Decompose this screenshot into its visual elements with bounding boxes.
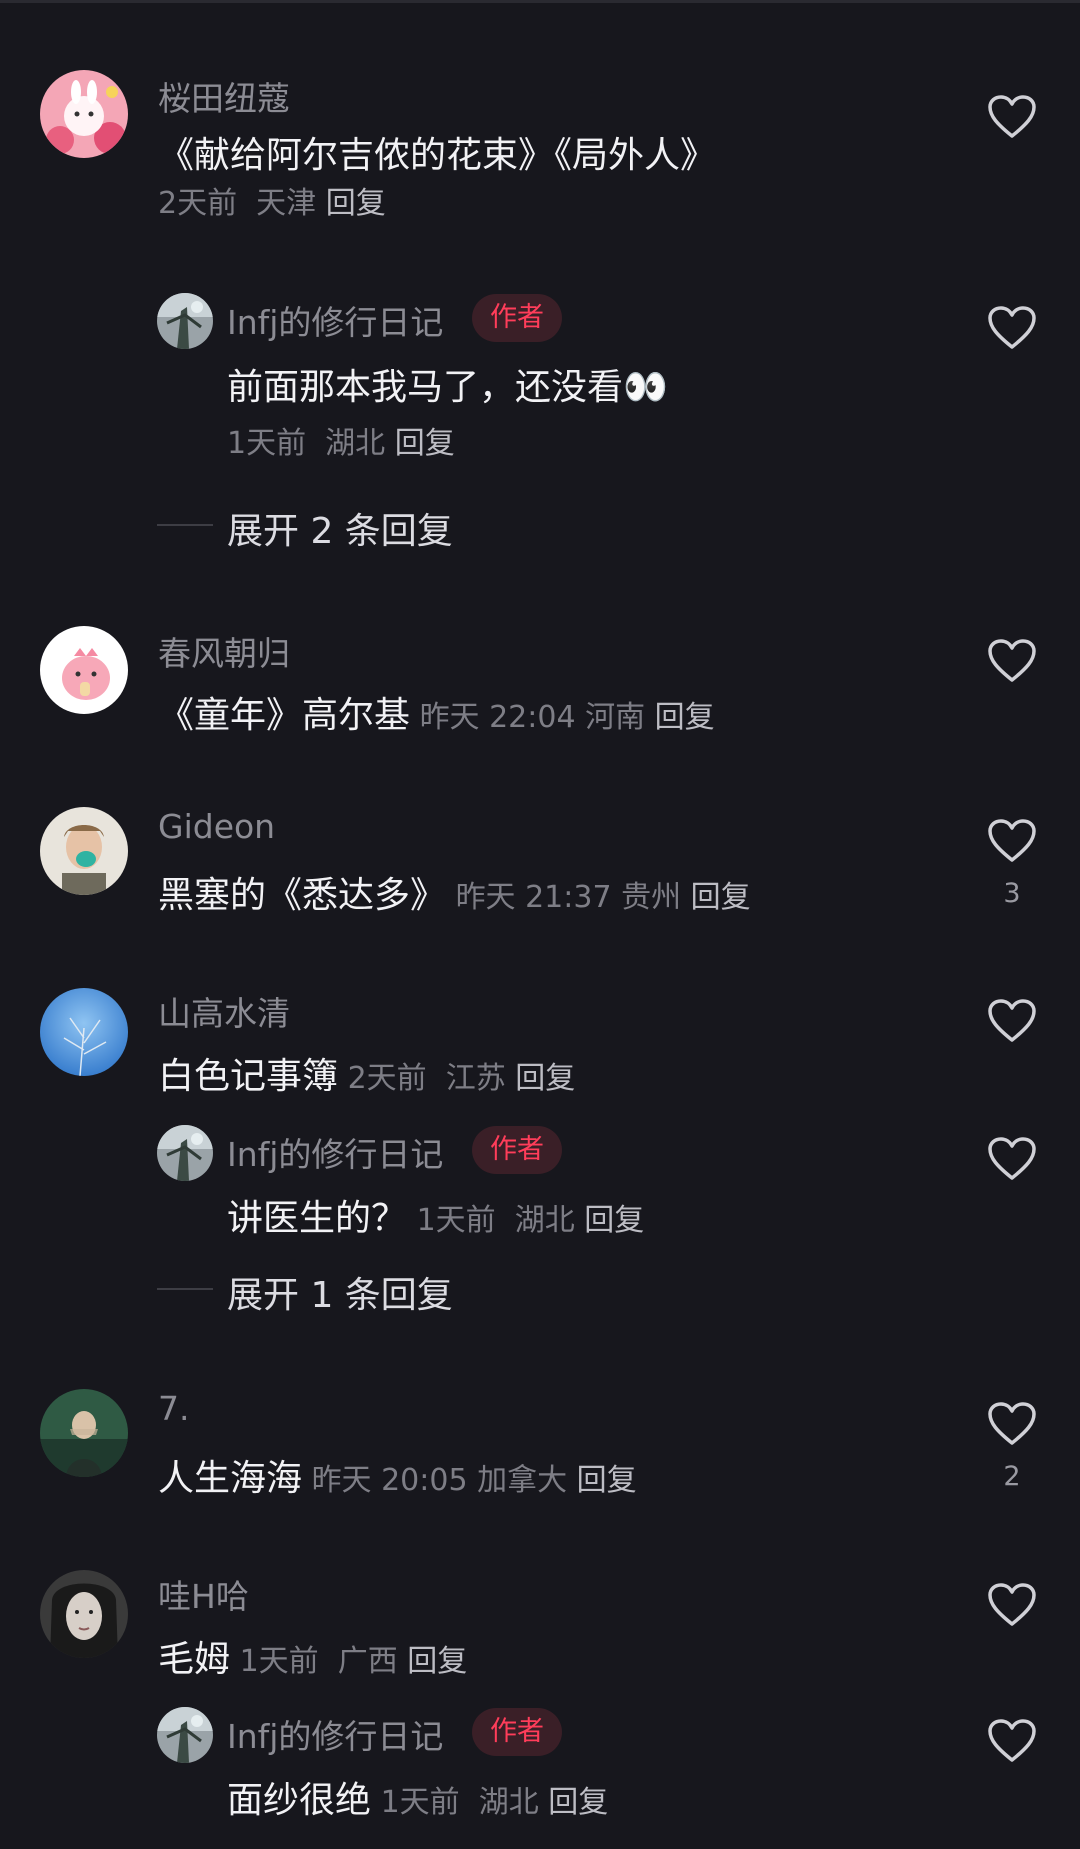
comment-time: 昨天 21:37: [455, 880, 612, 915]
reply-button[interactable]: 回复: [577, 1463, 637, 1498]
like-heart-icon[interactable]: [987, 94, 1037, 140]
comment-location: 加拿大: [477, 1463, 568, 1498]
comment-text: 黑塞的《悉达多》: [158, 875, 447, 916]
reply-button[interactable]: 回复: [584, 1203, 644, 1238]
username[interactable]: 春风朝归: [158, 627, 290, 675]
reply-button[interactable]: 回复: [548, 1785, 608, 1820]
comment-text: 白色记事簿: [158, 1056, 339, 1097]
avatar[interactable]: [40, 1389, 128, 1477]
avatar[interactable]: [157, 1707, 213, 1763]
reply-location: 湖北: [514, 1203, 575, 1238]
like-count: 2: [1003, 1461, 1021, 1492]
reply-text: 前面那本我马了，还没看👀: [227, 367, 668, 408]
username[interactable]: 7.: [158, 1389, 190, 1428]
expand-divider: [157, 1288, 213, 1290]
avatar[interactable]: [157, 1125, 213, 1181]
reply-location: 湖北: [325, 426, 386, 461]
comment-location: 天津: [256, 186, 317, 221]
reply-button[interactable]: 回复: [326, 186, 386, 221]
reply-button[interactable]: 回复: [655, 700, 715, 735]
avatar[interactable]: [157, 293, 213, 349]
avatar[interactable]: [40, 988, 128, 1076]
reply-button[interactable]: 回复: [395, 426, 455, 461]
comment-time: 1天前: [239, 1644, 319, 1679]
comment-line: 黑塞的《悉达多》 昨天 21:37 贵州 回复: [158, 866, 751, 918]
username[interactable]: 桜田纽蔻: [158, 72, 290, 120]
reply-button[interactable]: 回复: [691, 880, 751, 915]
username[interactable]: Infj的修行日记: [227, 1710, 443, 1758]
comment-time: 2天前: [158, 186, 238, 221]
like-heart-icon[interactable]: [987, 818, 1037, 864]
reply-time: 1天前: [416, 1203, 496, 1238]
reply-meta: 1天前 湖北 回复: [227, 418, 455, 462]
reply-text: 面纱很绝: [227, 1780, 372, 1821]
like-heart-icon[interactable]: [987, 1136, 1037, 1182]
comment-text: 《童年》高尔基: [158, 695, 411, 736]
reply-location: 湖北: [478, 1785, 539, 1820]
username[interactable]: 山高水清: [158, 987, 290, 1035]
comment-text: 人生海海: [158, 1458, 303, 1499]
like-heart-icon[interactable]: [987, 1401, 1037, 1447]
comment-location: 广西: [337, 1644, 398, 1679]
avatar[interactable]: [40, 807, 128, 895]
username[interactable]: 哇H哈: [158, 1570, 249, 1618]
reply-time: 1天前: [227, 426, 307, 461]
comment-meta: 2天前 天津 回复: [158, 178, 386, 222]
comment-location: 江苏: [445, 1061, 506, 1096]
comment-time: 2天前: [347, 1061, 427, 1096]
like-heart-icon[interactable]: [987, 1582, 1037, 1628]
comment-time: 昨天 22:04: [419, 700, 576, 735]
username[interactable]: Infj的修行日记: [227, 296, 443, 344]
comment-line: 《童年》高尔基 昨天 22:04 河南 回复: [158, 686, 715, 738]
expand-replies-label[interactable]: 展开 1 条回复: [227, 1266, 453, 1318]
like-heart-icon[interactable]: [987, 638, 1037, 684]
comment-line: 人生海海 昨天 20:05 加拿大 回复: [158, 1449, 637, 1501]
reply-button[interactable]: 回复: [515, 1061, 575, 1096]
like-heart-icon[interactable]: [987, 1718, 1037, 1764]
like-heart-icon[interactable]: [987, 998, 1037, 1044]
expand-divider: [157, 524, 213, 526]
username[interactable]: Gideon: [158, 807, 275, 846]
comment-text: 毛姆: [158, 1639, 231, 1680]
expand-replies-label[interactable]: 展开 2 条回复: [227, 502, 453, 554]
comment-time: 昨天 20:05: [311, 1463, 468, 1498]
comment-location: 河南: [585, 700, 646, 735]
avatar[interactable]: [40, 626, 128, 714]
like-count: 3: [1003, 878, 1021, 909]
comment-line: 白色记事簿 2天前 江苏 回复: [158, 1047, 575, 1099]
reply-line: 讲医生的？ 1天前 湖北 回复: [227, 1189, 644, 1241]
reply-time: 1天前: [380, 1785, 460, 1820]
username[interactable]: Infj的修行日记: [227, 1128, 443, 1176]
reply-button[interactable]: 回复: [407, 1644, 467, 1679]
author-badge: 作者: [472, 1708, 562, 1756]
comment-location: 贵州: [621, 880, 682, 915]
author-badge: 作者: [472, 294, 562, 342]
avatar[interactable]: [40, 1570, 128, 1658]
author-badge: 作者: [472, 1126, 562, 1174]
avatar[interactable]: [40, 70, 128, 158]
top-divider: [0, 0, 1080, 3]
like-heart-icon[interactable]: [987, 305, 1037, 351]
reply-text: 讲医生的？: [227, 1198, 408, 1239]
comment-text: 《献给阿尔吉侬的花束》《局外人》: [158, 135, 717, 176]
comment-line: 毛姆 1天前 广西 回复: [158, 1630, 467, 1682]
reply-line: 面纱很绝 1天前 湖北 回复: [227, 1771, 608, 1823]
